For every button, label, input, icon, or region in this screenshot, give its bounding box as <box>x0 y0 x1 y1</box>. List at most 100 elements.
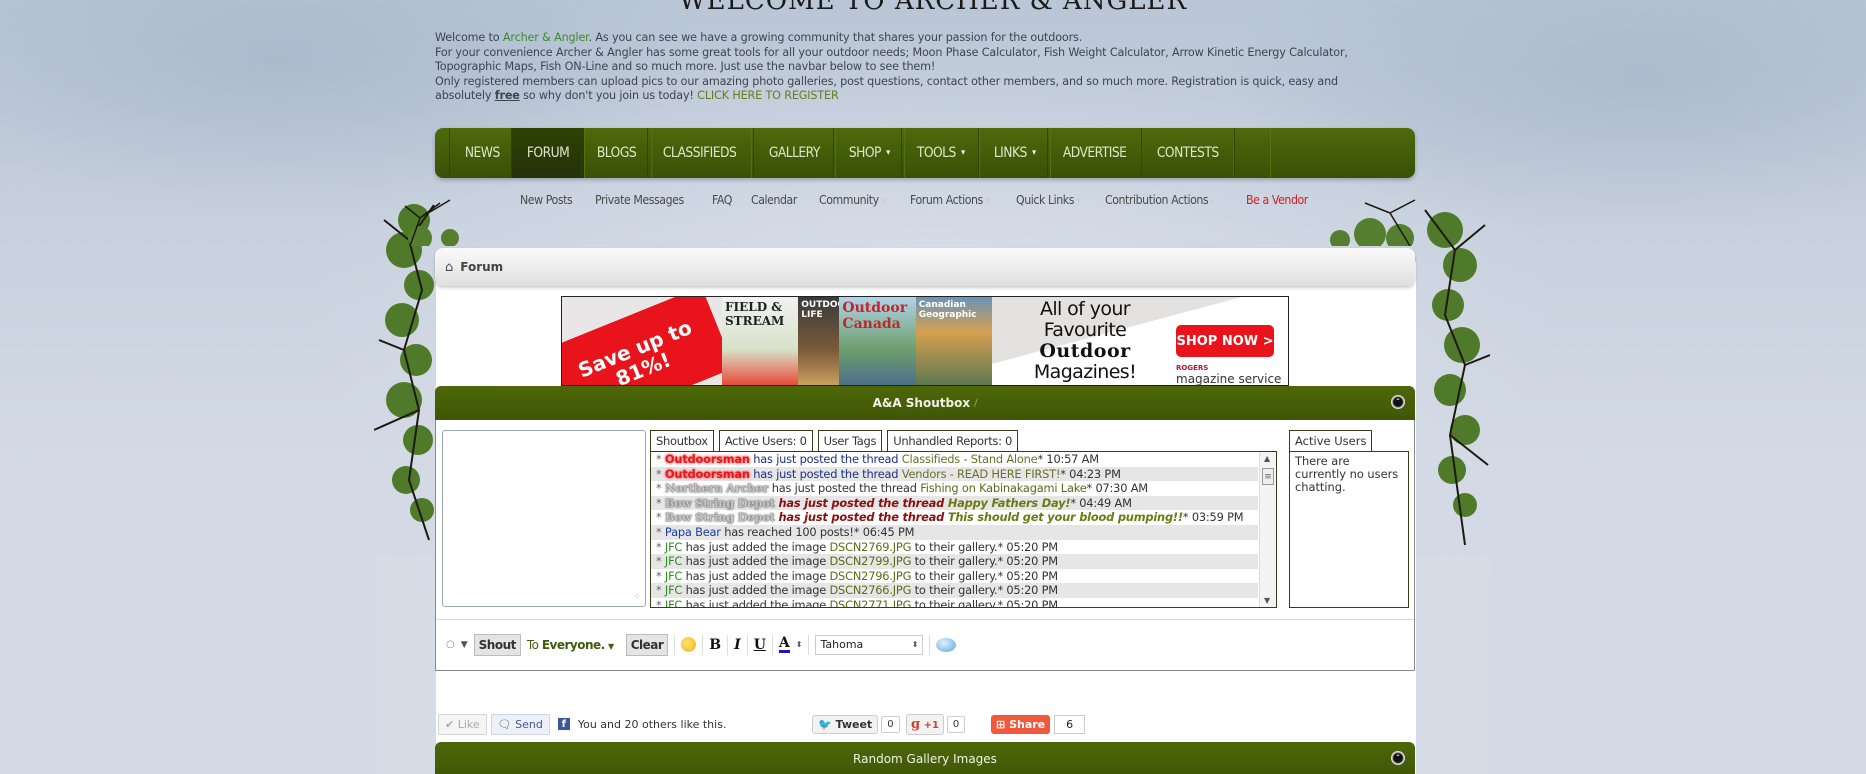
bold-button[interactable]: B <box>709 637 721 653</box>
tab-shoutbox[interactable]: Shoutbox <box>650 430 714 451</box>
collapse-icon[interactable]: ˆ <box>1391 751 1405 765</box>
share-label: Share <box>1009 717 1046 731</box>
nav-item-gallery[interactable]: GALLERY <box>752 128 836 178</box>
tab-user-tags[interactable]: User Tags <box>817 430 883 451</box>
shout-username[interactable]: Outdoorsman <box>665 452 750 466</box>
shout-target-link[interactable]: Happy Fathers Day! <box>948 496 1071 510</box>
shout-username[interactable]: JFC <box>665 554 682 568</box>
subnav-contribution-actions[interactable]: Contribution Actions <box>1105 192 1215 212</box>
subnav-forum-actions[interactable]: Forum Actions <box>910 192 989 212</box>
smiley-icon[interactable] <box>681 637 697 652</box>
shout-target-link[interactable]: DSCN2796.JPG <box>829 569 911 583</box>
shout-target-link[interactable]: This should get your blood pumping!! <box>948 510 1183 524</box>
shout-username[interactable]: Outdoorsman <box>665 467 750 481</box>
scroll-thumb[interactable]: ≡ <box>1262 468 1274 485</box>
facebook-like-text: You and 20 others like this. <box>577 717 727 731</box>
radio-icon[interactable]: ○ <box>446 639 455 650</box>
nav-item-blogs[interactable]: BLOGS <box>580 128 652 178</box>
font-select[interactable]: Tahoma ⬍ <box>815 634 924 655</box>
shout-target-link[interactable]: Fishing on Kabinakagami Lake <box>920 481 1087 495</box>
subnav-private-messages[interactable]: Private Messages <box>595 192 684 212</box>
nav-item-news[interactable]: NEWS <box>449 128 516 178</box>
shout-message-input[interactable]: ⁘ <box>442 430 646 607</box>
facebook-like-widget: ✔ Like 🗨 Send f You and 20 others like t… <box>438 713 726 735</box>
google-g-icon: g <box>911 716 921 732</box>
shout-button[interactable]: Shout <box>473 633 521 656</box>
shout-target-link[interactable]: Classifieds - Stand Alone <box>902 452 1038 466</box>
clear-button[interactable]: Clear <box>625 633 669 656</box>
shout-target-link[interactable]: Vendors - READ HERE FIRST! <box>902 467 1061 481</box>
intro-text: Welcome to <box>435 31 503 44</box>
tab-unhandled-reports[interactable]: Unhandled Reports: 0 <box>887 430 1019 451</box>
magazine-ad-banner[interactable]: Save up to 81%! FIELD & STREAM OUTDOOR L… <box>561 296 1289 386</box>
subnav-new-posts[interactable]: New Posts <box>520 192 573 212</box>
collapse-icon[interactable]: ˆ <box>1391 395 1405 409</box>
ad-service: magazine service <box>1176 372 1282 386</box>
shout-target-select[interactable]: To Everyone. ▼ <box>527 638 614 652</box>
shout-username[interactable]: Northern Archer <box>665 481 769 495</box>
ad-tag-text: Save up to 81%! <box>562 297 722 385</box>
shout-list-scrollbar[interactable]: ▲ ≡ ▼ <box>1259 452 1276 607</box>
resize-grip-icon[interactable]: ⁘ <box>633 592 640 602</box>
shout-username[interactable]: JFC <box>665 598 682 607</box>
share-button[interactable]: ⊞ Share <box>991 714 1051 734</box>
nav-item-contests[interactable]: CONTESTS <box>1141 128 1235 178</box>
tab-active-users[interactable]: Active Users: 0 <box>718 430 813 451</box>
shout-target-link[interactable]: DSCN2769.JPG <box>829 540 911 554</box>
edit-icon[interactable]: ∕ <box>974 398 977 409</box>
google-plus-button[interactable]: g +1 <box>906 713 944 735</box>
shout-time: * 05:20 PM <box>997 583 1058 598</box>
nav-item-label: NEWS <box>464 145 500 161</box>
shop-now-button[interactable]: SHOP NOW > <box>1176 325 1274 357</box>
color-spinner-icon[interactable]: ⬍ <box>796 640 803 649</box>
sub-navbar: New Posts Private Messages FAQ Calendar Comm… <box>520 192 1316 212</box>
bullet: * <box>656 452 665 466</box>
main-navbar: NEWS FORUM BLOGS CLASSIFIEDS GALLERY SHOP ▾ TOO… <box>435 128 1415 178</box>
nav-item-shop[interactable]: SHOP ▾ <box>833 128 906 178</box>
shout-line: * JFC has just added the image DSCN2766.… <box>651 583 1258 598</box>
nav-item-links[interactable]: LINKS ▾ <box>977 128 1052 178</box>
shout-username[interactable]: Papa Bear <box>665 525 721 539</box>
caret-down-icon: ▾ <box>1031 148 1036 158</box>
shout-username[interactable]: JFC <box>665 583 682 597</box>
shout-username[interactable]: JFC <box>665 569 682 583</box>
brand-link[interactable]: Archer & Angler <box>503 31 589 44</box>
home-icon[interactable]: ⌂ <box>445 260 453 275</box>
shout-time: * 05:20 PM <box>997 568 1058 583</box>
subnav-quick-links[interactable]: Quick Links <box>1016 192 1080 212</box>
shout-line: * Outdoorsman has just posted the thread… <box>651 466 1258 482</box>
register-link[interactable]: CLICK HERE TO REGISTER <box>697 89 839 102</box>
shout-username[interactable]: Bow String Depot <box>665 510 775 524</box>
nav-item-advertise[interactable]: ADVERTISE <box>1047 128 1143 178</box>
nav-item-forum[interactable]: FORUM <box>510 128 585 178</box>
scroll-up-icon[interactable]: ▲ <box>1264 454 1270 463</box>
nav-item-classifieds[interactable]: CLASSIFIEDS <box>647 128 753 178</box>
shout-time: * 07:30 AM <box>1086 481 1149 496</box>
shout-target-link[interactable]: DSCN2766.JPG <box>829 583 911 597</box>
share-widget: ⊞ Share 6 <box>991 713 1086 735</box>
like-button[interactable]: ✔ Like <box>438 713 487 735</box>
italic-button[interactable]: I <box>734 637 741 653</box>
chevron-down-icon[interactable]: ▼ <box>461 640 468 650</box>
breadcrumb-forum[interactable]: Forum <box>460 260 503 274</box>
nav-item-tools[interactable]: TOOLS ▾ <box>901 128 981 178</box>
subnav-be-a-vendor[interactable]: Be a Vendor <box>1246 192 1308 212</box>
shout-username[interactable]: JFC <box>665 540 682 554</box>
font-select-value: Tahoma <box>820 638 864 651</box>
send-button[interactable]: 🗨 Send <box>490 713 550 735</box>
tweet-button[interactable]: 🐦 Tweet <box>812 714 879 734</box>
chat-bubble-icon[interactable] <box>936 637 957 652</box>
underline-button[interactable]: U <box>754 637 766 653</box>
active-users-tab[interactable]: Active Users <box>1289 430 1373 451</box>
subnav-faq[interactable]: FAQ <box>712 192 732 212</box>
shout-target-link[interactable]: DSCN2771.JPG <box>829 598 911 607</box>
scroll-down-icon[interactable]: ▼ <box>1264 596 1270 605</box>
subnav-community[interactable]: Community <box>819 192 885 212</box>
tree-decoration-right <box>1424 209 1490 546</box>
subnav-calendar[interactable]: Calendar <box>751 192 797 212</box>
font-color-button[interactable]: A <box>778 636 790 653</box>
bullet: * <box>656 583 665 598</box>
shout-target-link[interactable]: DSCN2799.JPG <box>829 554 911 568</box>
shout-username[interactable]: Bow String Depot <box>665 496 775 510</box>
ad-copy-line: Magazines! <box>1033 361 1137 383</box>
